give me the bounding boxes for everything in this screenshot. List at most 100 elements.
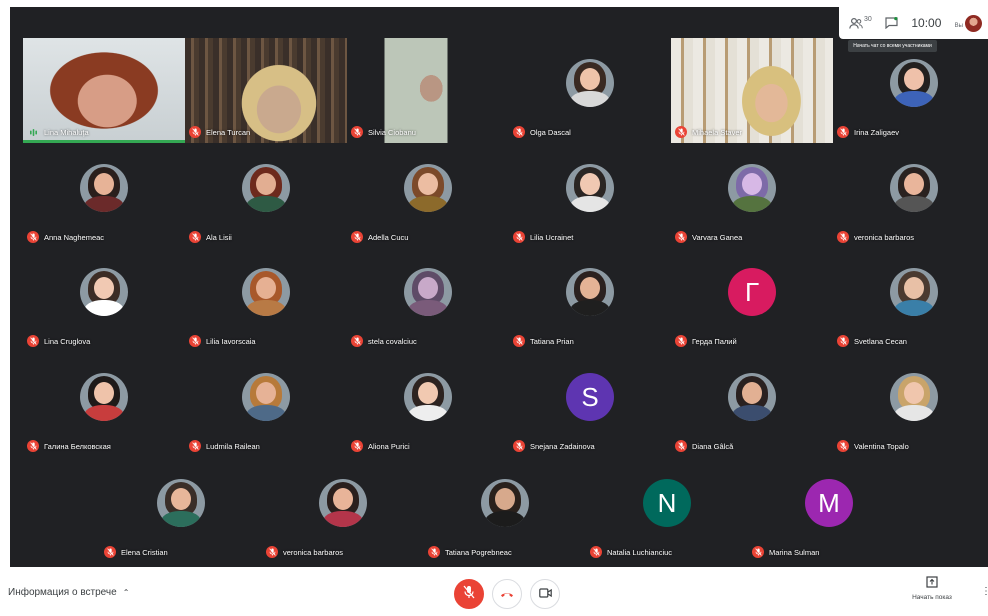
participant-name-tag: Lilia Iavorscaia [189,335,256,347]
present-now-button[interactable]: Начать показ [906,576,958,601]
participant-avatar [890,164,938,212]
mic-off-icon [351,231,363,243]
mic-off-icon [837,335,849,347]
mic-off-icon [675,440,687,452]
participant-tile[interactable]: Ludmila Railean [185,352,347,457]
present-now-label: Начать показ [912,594,952,601]
microphone-toggle-button[interactable] [454,579,484,609]
mic-off-icon [752,546,764,558]
call-controls [454,579,568,609]
mic-off-icon [189,335,201,347]
participant-name-tag: Lina Mihaluţa [27,126,89,138]
participant-tile[interactable]: Tatiana Pogrebneac [424,458,586,563]
participant-tile[interactable]: Svetlana Cecan [833,247,988,352]
participant-name: Diana Gâlcă [692,441,734,451]
participant-tile[interactable]: Mihaela Staver [671,38,833,143]
participant-tile[interactable]: Anna Naghemeac [23,143,185,248]
chat-tooltip: Начать чат со всеми участниками [848,40,937,52]
participant-tile[interactable]: Aliona Purici [347,352,509,457]
camera-toggle-button[interactable] [530,579,560,609]
participant-tile[interactable]: Elena Cristian [100,458,262,563]
participant-tile[interactable]: S Snejana Zadainova [509,352,671,457]
participant-name: Elena Turcan [206,127,251,137]
meet-window: Lina Mihaluţa Elena Turcan Silvia Ciobanu O… [0,0,988,616]
participant-avatar [890,373,938,421]
participant-name: stela covalciuc [368,336,417,346]
participant-name: Герда Палий [692,336,737,346]
participant-tile[interactable]: Lina Cruglova [23,247,185,352]
participant-name-tag: Diana Gâlcă [675,440,733,452]
participant-avatar [566,59,614,107]
participant-name-tag: veronica barbaros [837,231,914,243]
participant-avatar [566,164,614,212]
chevron-up-icon: ⌃ [122,588,130,597]
participant-name-tag: Lina Cruglova [27,335,90,347]
top-right-toolbar: 30 10:00 Вы [839,7,988,39]
mic-off-icon [837,126,849,138]
participant-tile[interactable]: M Marina Sulman [748,458,910,563]
participant-tile[interactable]: N Natalia Luchianciuc [586,458,748,563]
participant-tile[interactable]: Diana Gâlcă [671,352,833,457]
participant-avatar [80,373,128,421]
participant-tile[interactable]: Valentina Topalo [833,352,988,457]
participant-avatar [481,479,529,527]
participant-tile[interactable]: Varvara Ganea [671,143,833,248]
participant-tile[interactable]: Elena Turcan [185,38,347,143]
participant-name: Tatiana Prian [530,336,574,346]
letter-avatar: M [805,479,853,527]
participant-tile[interactable]: Olga Dascal [509,38,671,143]
participant-name-tag: Varvara Ganea [675,231,742,243]
participant-name: Aliona Purici [368,441,410,451]
participant-tile[interactable]: Silvia Ciobanu [347,38,509,143]
mic-off-icon [104,546,116,558]
letter-avatar: N [643,479,691,527]
mic-off-icon [27,231,39,243]
participant-avatar [242,373,290,421]
participant-name: Natalia Luchianciuc [607,547,673,557]
participant-tile[interactable]: Tatiana Prian [509,247,671,352]
mic-off-icon [513,126,525,138]
chat-icon [885,17,898,29]
leave-call-button[interactable] [492,579,522,609]
mic-off-icon [27,440,39,452]
participant-tile[interactable]: stela covalciuc [347,247,509,352]
mic-off-icon [837,440,849,452]
participant-name: Mihaela Staver [692,127,743,137]
speaking-indicator-icon [27,126,39,138]
mic-off-icon [590,546,602,558]
participant-tile[interactable]: Ala Lisii [185,143,347,248]
self-view-button[interactable]: Вы [955,14,982,32]
participant-name-tag: Tatiana Prian [513,335,574,347]
meeting-info-button[interactable]: Информация о встрече ⌃ [8,587,129,598]
participant-tile[interactable]: Lilia Ucrainet [509,143,671,248]
participant-name-tag: Tatiana Pogrebneac [428,546,512,558]
mic-off-icon [675,231,687,243]
mic-off-icon [266,546,278,558]
participant-tile[interactable]: veronica barbaros [833,143,988,248]
participant-avatar [80,164,128,212]
chat-button[interactable] [885,17,898,29]
participant-tile[interactable]: Irina Zaligaev [833,38,988,143]
participant-name-tag: Галина Белковская [27,440,111,452]
participants-button[interactable]: 30 [849,16,872,29]
meeting-info-label: Информация о встрече [8,587,117,598]
participant-avatar [890,268,938,316]
participant-name-tag: Mihaela Staver [675,126,742,138]
participant-tile[interactable]: Г Герда Палий [671,247,833,352]
participant-name: veronica barbaros [854,232,915,242]
participant-tile[interactable]: Adella Cucu [347,143,509,248]
participant-name: Lina Mihaluţa [44,127,89,137]
bottom-control-bar: Информация о встрече ⌃ Начать показ ⋮ [0,567,988,616]
mic-off-icon [351,126,363,138]
participant-name-tag: Svetlana Cecan [837,335,907,347]
participant-tile[interactable]: veronica barbaros [262,458,424,563]
participant-tile[interactable]: Lilia Iavorscaia [185,247,347,352]
participant-avatar [157,479,205,527]
participant-name-tag: Snejana Zadainova [513,440,595,452]
participant-name: Marina Sulman [769,547,820,557]
participant-name: Ala Lisii [206,232,232,242]
participant-tile[interactable]: Lina Mihaluţa [23,38,185,143]
more-options-icon[interactable]: ⋮ [981,587,988,597]
participant-tile[interactable]: Галина Белковская [23,352,185,457]
participant-name: Elena Cristian [121,547,168,557]
